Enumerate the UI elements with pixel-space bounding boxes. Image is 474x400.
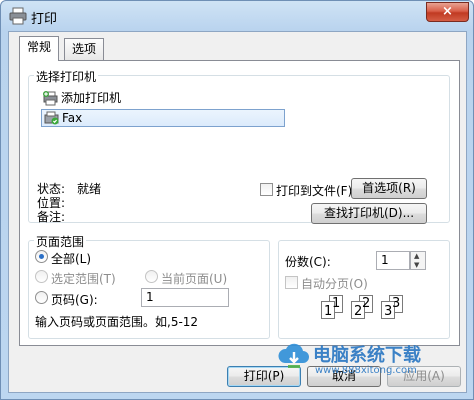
tab-options[interactable]: 选项 [64, 38, 105, 60]
all-pages-radio[interactable] [35, 250, 48, 263]
preferences-button[interactable]: 首选项(R) [351, 178, 427, 199]
current-page-radio[interactable] [145, 270, 158, 283]
all-pages-label[interactable]: 全部(L) [51, 250, 91, 267]
printer-item-fax[interactable]: Fax [41, 109, 285, 127]
find-printer-button[interactable]: 查找打印机(D)... [311, 203, 427, 224]
collate-page-num-3b: 3 [392, 296, 401, 311]
copies-group: 份数(C): 1 ▲ ▼ 自动分页(O) 1 1 2 2 3 3 [278, 240, 450, 339]
watermark-brand: 电脑系统下载 [313, 345, 421, 366]
spin-down-icon[interactable]: ▼ [414, 261, 419, 269]
add-printer-icon [43, 91, 58, 106]
printer-group-title: 选择打印机 [34, 68, 99, 85]
spin-up-icon[interactable]: ▲ [414, 252, 419, 260]
comment-label: 备注: [37, 210, 66, 224]
pages-input-value: 1 [146, 290, 154, 304]
print-dialog: 打印 × 常规 选项 选择打印机 添加打印机 Fax 状态: 就绪 位置: 备注… [0, 0, 474, 400]
watermark-url: www.888xitong.com [315, 365, 417, 376]
tab-general[interactable]: 常规 [19, 36, 60, 61]
tab-options-label: 选项 [72, 42, 97, 56]
copies-input-value: 1 [381, 253, 389, 267]
copies-input[interactable]: 1 [376, 251, 410, 270]
collate-checkbox[interactable] [285, 276, 298, 289]
printer-group: 选择打印机 添加打印机 Fax 状态: 就绪 位置: 备注: 打印到文件(F) … [28, 68, 450, 224]
tab-general-label: 常规 [27, 40, 52, 54]
collate-page-num-2b: 2 [362, 296, 371, 311]
print-to-file-label[interactable]: 打印到文件(F) [276, 182, 352, 199]
copies-spinner[interactable]: ▲ ▼ [410, 251, 426, 270]
page-range-hint: 输入页码或页面范围。如,5-12 [35, 315, 199, 329]
selection-radio[interactable] [35, 270, 48, 283]
printer-item-fax-label: Fax [62, 111, 83, 125]
pages-radio[interactable] [35, 291, 48, 304]
printer-item-add-label: 添加打印机 [61, 91, 122, 105]
close-button[interactable]: × [426, 2, 469, 22]
printer-icon [9, 7, 27, 25]
find-printer-button-label: 查找打印机(D)... [323, 206, 415, 220]
page-range-title: 页面范围 [34, 233, 87, 250]
collate-label[interactable]: 自动分页(O) [301, 275, 368, 292]
cloud-download-icon [278, 343, 309, 368]
title-bar[interactable]: 打印 × [1, 1, 473, 31]
tab-panel-general: 选择打印机 添加打印机 Fax 状态: 就绪 位置: 备注: 打印到文件(F) … [19, 60, 460, 346]
selection-label[interactable]: 选定范围(T) [51, 270, 116, 287]
copies-label: 份数(C): [285, 255, 331, 269]
pages-label[interactable]: 页码(G): [51, 291, 98, 308]
print-to-file-checkbox[interactable] [260, 183, 273, 196]
site-watermark: 电脑系统下载 www.888xitong.com [275, 337, 473, 383]
close-icon: × [442, 4, 453, 19]
printer-item-add[interactable]: 添加打印机 [41, 90, 285, 108]
collate-page-num-1b: 1 [332, 296, 341, 311]
window-title: 打印 [31, 12, 58, 27]
preferences-button-label: 首选项(R) [362, 181, 416, 195]
pages-input[interactable]: 1 [141, 288, 229, 307]
status-value: 就绪 [77, 182, 102, 196]
printer-list[interactable]: 添加打印机 Fax [41, 90, 285, 130]
page-range-group: 页面范围 全部(L) 选定范围(T) 当前页面(U) 页码(G): 1 输入页码… [28, 233, 270, 339]
fax-printer-icon [44, 111, 59, 125]
current-page-label[interactable]: 当前页面(U) [161, 270, 227, 287]
